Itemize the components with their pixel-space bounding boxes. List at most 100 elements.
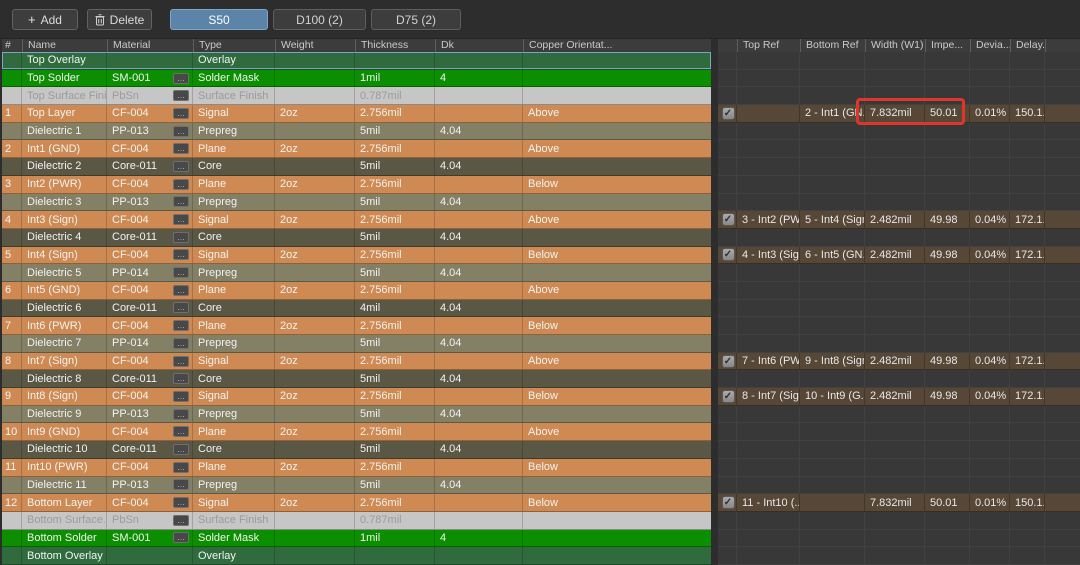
material-ellipsis-button[interactable]: …: [173, 497, 189, 509]
column-header-name[interactable]: Name: [22, 39, 107, 52]
column-header-top-ref[interactable]: Top Ref: [737, 39, 800, 52]
impedance-checkbox-cell: [718, 175, 737, 193]
material-ellipsis-button[interactable]: …: [173, 178, 189, 190]
column-header-copper-orientation[interactable]: Copper Orientat...: [523, 39, 711, 52]
table-row[interactable]: 6 Int5 (GND) CF-004… Plane 2oz 2.756mil Above: [2, 281, 711, 300]
table-row[interactable]: Dielectric 9 PP-013… Prepreg 5mil 4.04: [2, 405, 711, 424]
impedance-width-cell: [865, 511, 925, 529]
impedance-value-cell: 50.01: [925, 105, 970, 122]
column-header-dk[interactable]: Dk: [435, 39, 523, 52]
layer-type-cell: Signal: [193, 105, 275, 122]
table-row[interactable]: 8 Int7 (Sign) CF-004… Signal 2oz 2.756mil Abov…: [2, 352, 711, 371]
table-row[interactable]: Top Overlay Overlay: [2, 52, 711, 70]
layer-weight-cell: 2oz: [275, 458, 355, 476]
table-row[interactable]: 1 Top Layer CF-004… Signal 2oz 2.756mil Above: [2, 105, 711, 123]
material-ellipsis-button[interactable]: …: [173, 426, 189, 438]
column-header-material[interactable]: Material: [107, 39, 193, 52]
table-row[interactable]: 3 Int2 (PWR) CF-004… Plane 2oz 2.756mil Below: [2, 175, 711, 194]
delete-button[interactable]: Delete: [87, 9, 152, 30]
impedance-spacer-cell: [1045, 370, 1080, 387]
material-ellipsis-button[interactable]: …: [173, 107, 189, 119]
column-header-impedance[interactable]: Impe...: [925, 39, 970, 52]
table-row[interactable]: Dielectric 1 PP-013… Prepreg 5mil 4.04: [2, 122, 711, 141]
material-ellipsis-button[interactable]: …: [173, 125, 189, 137]
material-ellipsis-button[interactable]: …: [173, 214, 189, 226]
impedance-profile-tab-s50[interactable]: S50: [170, 9, 268, 30]
material-ellipsis-button[interactable]: …: [173, 337, 189, 349]
material-ellipsis-button[interactable]: …: [173, 355, 189, 367]
layer-weight-cell: 2oz: [275, 494, 355, 511]
table-row[interactable]: Dielectric 5 PP-014… Prepreg 5mil 4.04: [2, 264, 711, 282]
material-ellipsis-button[interactable]: …: [173, 302, 189, 314]
table-row[interactable]: 9 Int8 (Sign) CF-004… Signal 2oz 2.756mil Belo…: [2, 388, 711, 406]
checkbox-checked-icon[interactable]: ✓: [721, 106, 735, 120]
checkbox-checked-icon[interactable]: ✓: [721, 354, 735, 368]
table-row[interactable]: 4 Int3 (Sign) CF-004… Signal 2oz 2.756mil Abov…: [2, 211, 711, 229]
checkbox-checked-icon[interactable]: ✓: [721, 213, 735, 227]
layer-weight-cell: [275, 299, 355, 317]
material-ellipsis-button[interactable]: …: [173, 390, 189, 402]
impedance-delay-cell: [1010, 441, 1045, 458]
table-row[interactable]: Bottom Overlay Overlay: [2, 547, 711, 565]
table-row[interactable]: Dielectric 2 Core-011… Core 5mil 4.04: [2, 158, 711, 176]
impedance-spacer-cell: [1045, 229, 1080, 246]
table-row[interactable]: Top Surface FinishPbSn…Surface Finish 0.7…: [2, 87, 711, 106]
impedance-bottom-ref-cell: [800, 299, 865, 317]
checkbox-checked-icon[interactable]: ✓: [721, 496, 735, 510]
column-header-bottom-ref[interactable]: Bottom Ref: [800, 39, 865, 52]
table-row[interactable]: Dielectric 4 Core-011… Core 5mil 4.04: [2, 228, 711, 247]
material-ellipsis-button[interactable]: …: [173, 160, 189, 172]
material-ellipsis-button[interactable]: …: [173, 532, 189, 544]
material-ellipsis-button[interactable]: …: [173, 196, 189, 208]
material-ellipsis-button[interactable]: …: [173, 284, 189, 296]
table-row[interactable]: 11 Int10 (PWR) CF-004… Plane 2oz 2.756mil Belo…: [2, 458, 711, 477]
table-row[interactable]: Dielectric 10 Core-011… Core 5mil 4.04: [2, 441, 711, 459]
table-row[interactable]: Dielectric 6 Core-011… Core 4mil 4.04: [2, 299, 711, 318]
layer-dk-cell: 4.04: [435, 441, 523, 458]
material-ellipsis-button[interactable]: …: [173, 90, 189, 102]
material-ellipsis-button[interactable]: …: [173, 373, 189, 385]
column-header-deviation[interactable]: Devia...: [970, 39, 1010, 52]
material-ellipsis-button[interactable]: …: [173, 249, 189, 261]
table-row[interactable]: 7 Int6 (PWR) CF-004… Plane 2oz 2.756mil Below: [2, 317, 711, 335]
table-row[interactable]: 12 Bottom Layer CF-004… Signal 2oz 2.756mil Be…: [2, 494, 711, 512]
impedance-profile-tab-d100[interactable]: D100 (2): [273, 9, 366, 30]
table-row[interactable]: Bottom Solder SM-001… Solder Mask 1mil 4: [2, 529, 711, 548]
checkbox-checked-icon[interactable]: ✓: [721, 389, 735, 403]
column-header-width-w1[interactable]: Width (W1): [865, 39, 925, 52]
column-header-number[interactable]: #: [2, 39, 22, 52]
material-ellipsis-button[interactable]: …: [173, 267, 189, 279]
impedance-data-row[interactable]: ✓8 - Int7 (Sign)10 - Int9 (G...2.482mil4…: [718, 388, 1080, 406]
table-row[interactable]: 10 Int9 (GND) CF-004… Plane 2oz 2.756mil Above: [2, 423, 711, 442]
add-button[interactable]: + Add: [12, 9, 78, 30]
checkbox-checked-icon[interactable]: ✓: [721, 248, 735, 262]
material-ellipsis-button[interactable]: …: [173, 320, 189, 332]
table-row[interactable]: Dielectric 11 PP-013… Prepreg 5mil 4.04: [2, 476, 711, 495]
column-header-delay[interactable]: Delay...: [1010, 39, 1045, 52]
impedance-data-row[interactable]: ✓3 - Int2 (PWR)5 - Int4 (Sign)2.482mil49…: [718, 211, 1080, 229]
impedance-data-row[interactable]: ✓ 11 - Int10 (... 7.832mil 50.01 0.01% 150.1.…: [718, 494, 1080, 512]
impedance-data-row[interactable]: ✓4 - Int3 (Sign)6 - Int5 (GN...2.482mil4…: [718, 246, 1080, 265]
table-row[interactable]: Top Solder SM-001… Solder Mask 1mil 4: [2, 69, 711, 88]
impedance-profile-tab-d75[interactable]: D75 (2): [371, 9, 461, 30]
impedance-bottom-ref-cell: [800, 423, 865, 441]
table-row[interactable]: 2 Int1 (GND) CF-004… Plane 2oz 2.756mil Above: [2, 140, 711, 159]
column-header-type[interactable]: Type: [193, 39, 275, 52]
material-ellipsis-button[interactable]: …: [173, 479, 189, 491]
material-ellipsis-button[interactable]: …: [173, 72, 189, 84]
material-ellipsis-button[interactable]: …: [173, 143, 189, 155]
table-row[interactable]: Bottom Surface... PbSn… Surface Finish 0.78…: [2, 511, 711, 530]
material-ellipsis-button[interactable]: …: [173, 443, 189, 455]
material-ellipsis-button[interactable]: …: [173, 514, 189, 526]
column-header-weight[interactable]: Weight: [275, 39, 355, 52]
material-ellipsis-button[interactable]: …: [173, 461, 189, 473]
table-row[interactable]: Dielectric 7 PP-014… Prepreg 5mil 4.04: [2, 335, 711, 353]
material-ellipsis-button[interactable]: …: [173, 231, 189, 243]
impedance-data-row[interactable]: ✓7 - Int6 (PWR)9 - Int8 (Sign)2.482mil49…: [718, 352, 1080, 371]
column-header-thickness[interactable]: Thickness: [355, 39, 435, 52]
impedance-data-row[interactable]: ✓ 2 - Int1 (GN..7.832mil50.010.01%150.1..…: [718, 105, 1080, 123]
table-row[interactable]: 5 Int4 (Sign) CF-004… Signal 2oz 2.756mil Belo…: [2, 246, 711, 265]
material-ellipsis-button[interactable]: …: [173, 408, 189, 420]
table-row[interactable]: Dielectric 3 PP-013… Prepreg 5mil 4.04: [2, 193, 711, 212]
table-row[interactable]: Dielectric 8 Core-011… Core 5mil 4.04: [2, 370, 711, 389]
